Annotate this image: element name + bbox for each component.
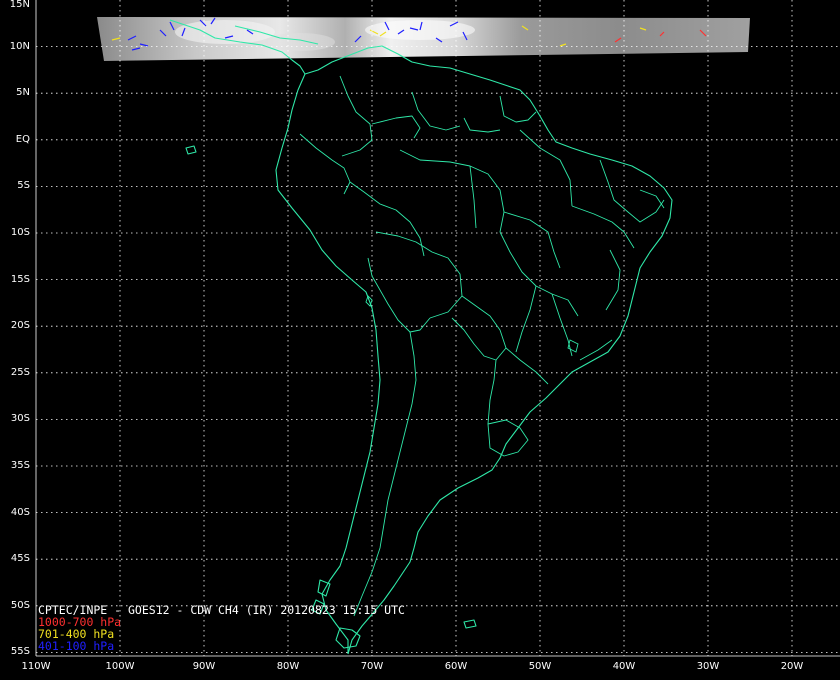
map-caption: CPTEC/INPE - GOES12 - CDW CH4 (IR) 20120… <box>38 604 405 652</box>
latitude-label: 40S <box>10 506 30 518</box>
legend-item-high: 401-100 hPa <box>38 639 115 653</box>
country-borders <box>299 75 665 617</box>
latitude-label: 30S <box>10 413 30 425</box>
longitude-label: 100W <box>105 661 135 672</box>
longitude-label: 80W <box>276 661 300 672</box>
lakes <box>365 295 579 353</box>
satellite-swath <box>97 17 750 61</box>
longitude-label: 70W <box>360 661 384 672</box>
longitude-label: 60W <box>444 661 468 672</box>
latitude-label: 5S <box>17 180 30 192</box>
satellite-map <box>35 0 840 657</box>
latitude-label: EQ <box>15 133 30 145</box>
longitude-label: 30W <box>696 661 720 672</box>
longitude-label: 40W <box>612 661 636 672</box>
latitude-label: 55S <box>10 646 30 658</box>
longitude-label: 110W <box>21 661 51 672</box>
latitude-label: 50S <box>10 599 30 611</box>
lat-lon-grid <box>35 0 840 657</box>
latitude-label: 20S <box>10 320 30 332</box>
longitude-label: 50W <box>528 661 552 672</box>
latitude-label: 10S <box>10 227 30 238</box>
latitude-label: 35S <box>10 460 30 471</box>
latitude-label: 5N <box>16 87 30 99</box>
latitude-label: 25S <box>10 366 30 378</box>
latitude-label: 10N <box>9 40 30 52</box>
latitude-label: 15N <box>9 0 30 10</box>
latitude-label: 15S <box>10 273 30 285</box>
longitude-label: 90W <box>192 661 216 672</box>
longitude-label: 20W <box>780 661 804 672</box>
latitude-label: 45S <box>10 553 30 565</box>
